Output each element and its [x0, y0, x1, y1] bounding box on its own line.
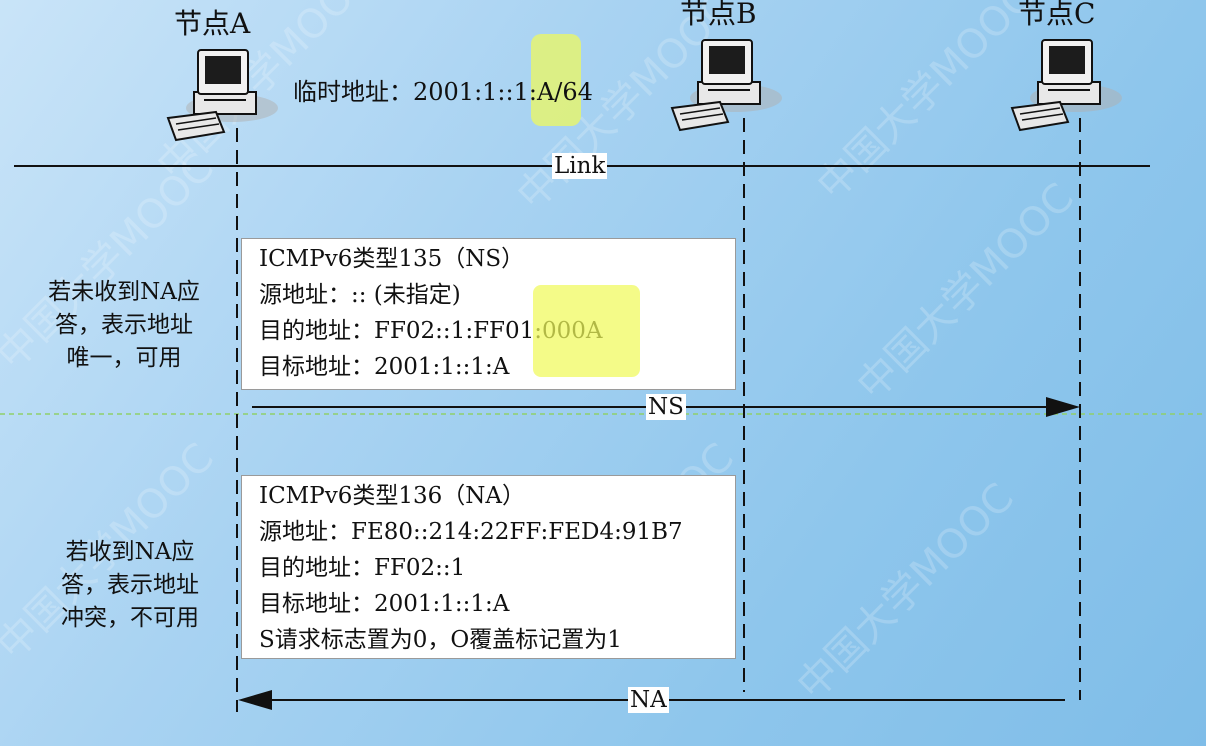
node-c-label: 节点C — [1018, 0, 1096, 30]
ns-line: 目标地址：2001:1::1:A — [259, 354, 510, 380]
ns-message-box: ICMPv6类型135（NS） 源地址：:: (未指定) 目的地址：FF02::… — [241, 238, 736, 390]
na-line: ICMPv6类型136（NA） — [259, 483, 525, 509]
na-line: 目标地址：2001:1::1:A — [259, 591, 510, 617]
highlight-mark — [533, 285, 640, 377]
ns-line: ICMPv6类型135（NS） — [259, 246, 525, 272]
na-message-box: ICMPv6类型136（NA） 源地址：FE80::214:22FF:FED4:… — [241, 475, 736, 659]
na-line: S请求标志置为0，O覆盖标记置为1 — [259, 627, 622, 653]
temp-address: 临时地址：2001:1::1:A/64 — [293, 78, 593, 106]
side-note-no-na: 若未收到NA应 答，表示地址 唯一，可用 — [48, 279, 200, 371]
na-line: 源地址：FE80::214:22FF:FED4:91B7 — [259, 519, 683, 545]
computer-icon — [670, 39, 782, 132]
node-b-label: 节点B — [680, 0, 757, 30]
na-arrow-label: NA — [628, 687, 669, 713]
node-a-label: 节点A — [174, 7, 251, 40]
ns-line: 目的地址：FF02::1:FF01:000A — [259, 318, 603, 344]
ns-line: 源地址：:: (未指定) — [259, 282, 461, 308]
na-line: 目的地址：FF02::1 — [259, 555, 466, 581]
na-arrow-head — [238, 690, 272, 710]
computer-icon — [166, 49, 278, 142]
computer-icon — [1010, 39, 1122, 132]
ns-arrow-label: NS — [646, 394, 686, 420]
side-note-got-na: 若收到NA应 答，表示地址 冲突，不可用 — [61, 539, 199, 631]
link-label: Link — [552, 153, 608, 179]
